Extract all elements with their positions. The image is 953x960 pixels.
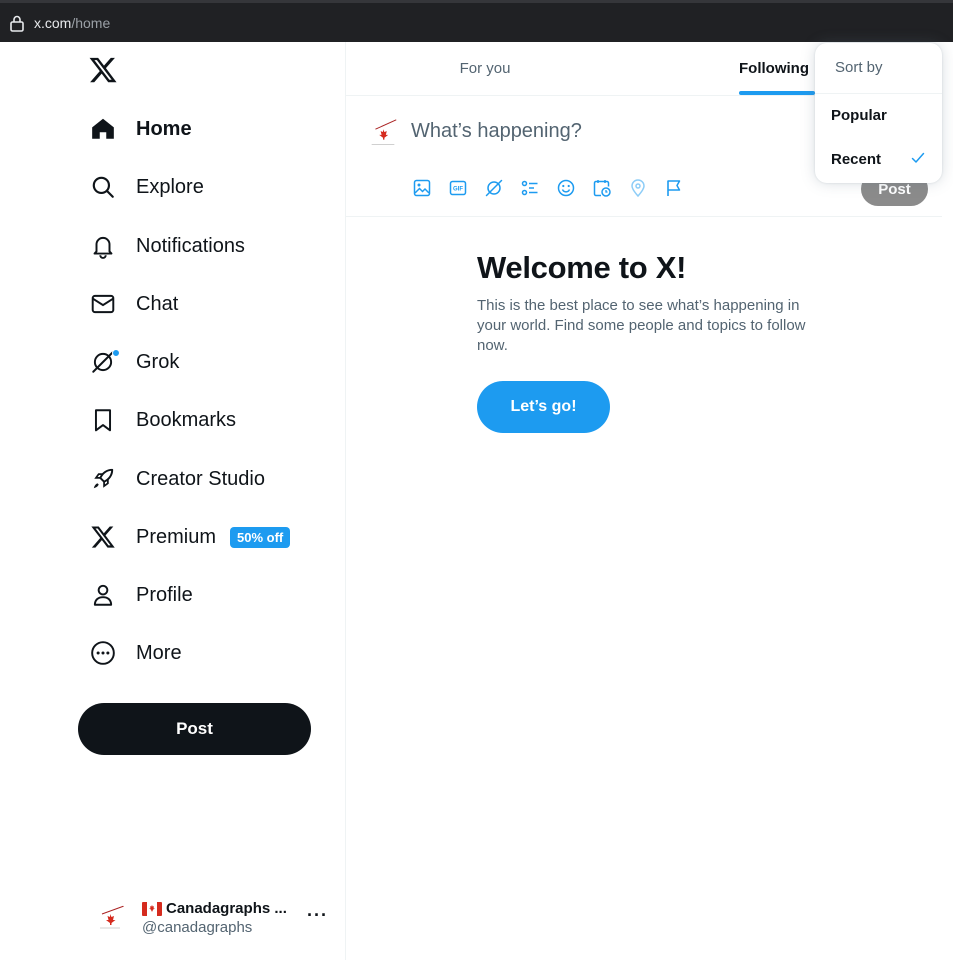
tab-following[interactable]: Following — [739, 42, 815, 95]
compose-input[interactable]: What’s happening? — [411, 120, 582, 143]
browser-address-bar[interactable]: x.com/home — [0, 0, 953, 42]
url-host: x.com — [34, 15, 72, 31]
sidebar-item-label: Home — [136, 117, 192, 140]
gif-icon[interactable]: GIF — [448, 178, 484, 198]
grok-icon — [80, 347, 126, 377]
poll-icon[interactable] — [520, 178, 556, 198]
schedule-icon[interactable] — [592, 178, 628, 198]
display-name-text: Canadagraphs ... — [166, 900, 287, 917]
more-circle-icon — [80, 638, 126, 668]
account-display-name: Canadagraphs ... — [142, 900, 287, 917]
svg-text:GIF: GIF — [453, 187, 463, 193]
sidebar-item-label: Notifications — [136, 234, 245, 257]
url-text[interactable]: x.com/home — [34, 15, 110, 31]
sidebar-item-label: Premium — [136, 525, 217, 548]
location-icon[interactable] — [628, 178, 664, 198]
checkmark-icon — [910, 150, 926, 166]
person-icon — [80, 580, 126, 610]
sort-option-popular[interactable]: Popular — [815, 94, 942, 138]
sidebar-item-more[interactable]: More — [80, 628, 182, 678]
avatar — [92, 900, 128, 936]
sidebar-item-grok[interactable]: Grok — [80, 337, 179, 387]
sort-menu-header: Sort by — [815, 43, 942, 94]
welcome-title: Welcome to X! — [477, 250, 687, 285]
discount-badge: 50% off — [230, 526, 291, 548]
search-icon — [80, 172, 126, 202]
sidebar-item-profile[interactable]: Profile — [80, 570, 193, 620]
sort-option-label: Recent — [831, 151, 882, 168]
left-sidebar: Home Explore Notifications Chat Grok Boo… — [0, 42, 346, 960]
sidebar-item-label: Explore — [136, 175, 204, 198]
account-handle: @canadagraphs — [142, 919, 253, 936]
sidebar-item-label: Chat — [136, 292, 179, 315]
sidebar-item-creator-studio[interactable]: Creator Studio — [80, 454, 265, 504]
sort-dropdown-menu: Sort by Popular Recent — [815, 43, 942, 183]
sidebar-item-premium[interactable]: Premium 50% off — [80, 512, 291, 562]
sidebar-post-button[interactable]: Post — [78, 703, 311, 755]
sidebar-item-label: Profile — [136, 583, 193, 606]
sidebar-item-label: Creator Studio — [136, 467, 265, 490]
bell-icon — [80, 231, 126, 261]
rocket-icon — [80, 464, 126, 494]
sidebar-item-bookmarks[interactable]: Bookmarks — [80, 395, 236, 445]
avatar — [366, 116, 400, 150]
notification-dot — [112, 349, 120, 357]
composer-toolbar: GIF — [412, 178, 700, 198]
x-logo-icon[interactable] — [88, 55, 120, 87]
account-switcher[interactable]: Canadagraphs ... @canadagraphs ··· — [92, 895, 332, 941]
x-logo-icon — [80, 522, 126, 552]
canada-flag-icon — [142, 901, 162, 916]
welcome-description: This is the best place to see what’s hap… — [477, 297, 806, 354]
account-names: Canadagraphs ... @canadagraphs — [142, 900, 287, 936]
sidebar-item-chat[interactable]: Chat — [80, 279, 178, 329]
sidebar-item-label: Bookmarks — [136, 408, 237, 431]
lock-icon — [9, 14, 25, 32]
grok-icon[interactable] — [484, 178, 520, 198]
lets-go-button[interactable]: Let’s go! — [477, 381, 610, 433]
sort-option-label: Popular — [831, 107, 887, 124]
home-icon — [80, 114, 126, 144]
tab-for-you[interactable]: For you — [346, 42, 624, 95]
active-tab-indicator — [739, 91, 815, 95]
tab-following-label: Following — [739, 60, 809, 77]
bookmark-icon — [80, 405, 126, 435]
envelope-icon — [80, 289, 126, 319]
flag-icon[interactable] — [664, 178, 700, 198]
emoji-icon[interactable] — [556, 178, 592, 198]
sidebar-item-label: Grok — [136, 350, 180, 373]
sidebar-item-explore[interactable]: Explore — [80, 162, 204, 212]
sort-option-recent[interactable]: Recent — [815, 138, 942, 182]
more-dots-icon[interactable]: ··· — [307, 905, 328, 926]
image-icon[interactable] — [412, 178, 448, 198]
sidebar-item-label: More — [136, 641, 182, 664]
url-path: /home — [71, 15, 111, 31]
welcome-panel: Welcome to X! This is the best place to … — [477, 250, 817, 356]
sidebar-item-notifications[interactable]: Notifications — [80, 221, 245, 271]
sidebar-item-home[interactable]: Home — [80, 104, 192, 154]
